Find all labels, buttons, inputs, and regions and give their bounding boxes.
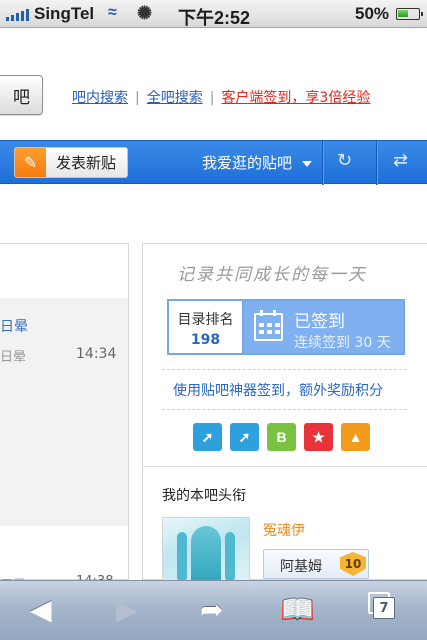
streak-text: 连续签到 30 天 xyxy=(294,335,391,351)
level-number-badge: 10 xyxy=(340,552,366,576)
search-row: 吧 吧内搜索 | 全吧搜索 | 客户端签到，享3倍经验 xyxy=(0,28,427,140)
refresh-icon[interactable]: ↻ xyxy=(337,150,352,171)
browser-toolbar: ◀ ▶ ➦ 📖 7 xyxy=(0,580,427,640)
carrier-name: SingTel xyxy=(34,4,95,23)
dashed-divider xyxy=(162,369,407,370)
signal-strength-icon xyxy=(6,9,29,21)
member-title-heading: 我的本吧头衔 xyxy=(162,488,246,504)
dashed-divider xyxy=(162,409,407,410)
panel-slogan: 记录共同成长的每一天 xyxy=(177,265,367,285)
share-icon[interactable]: ➦ xyxy=(200,593,223,626)
avatar-art xyxy=(177,532,187,580)
share-arrow-icon-2[interactable]: ➚ xyxy=(230,423,259,451)
status-bar: SingTel ≈ ✺ 下午2:52 50% xyxy=(0,0,427,28)
battery-percent: 50% xyxy=(355,4,390,23)
rank-box[interactable]: 目录排名 198 xyxy=(167,299,244,355)
signed-in-status[interactable]: 已签到 连续签到 30 天 xyxy=(244,299,405,355)
search-in-bar-button[interactable]: 吧 xyxy=(0,75,43,115)
favorite-bars-dropdown[interactable]: 我爱逛的贴吧 xyxy=(202,152,313,173)
sign-in-panel: 记录共同成长的每一天 目录排名 198 已签到 连续签到 30 天 使用贴吧神器… xyxy=(142,243,427,581)
thread-time: 14:34 xyxy=(76,346,117,362)
pencil-icon: ✎ xyxy=(15,148,46,177)
swap-arrows-icon[interactable]: ⇄ xyxy=(393,150,408,171)
wifi-icon: ≈ xyxy=(108,4,117,21)
favorite-bars-label: 我爱逛的贴吧 xyxy=(202,154,293,172)
search-this-bar-link[interactable]: 吧内搜索 xyxy=(72,90,128,106)
forward-arrow-icon[interactable]: ▶ xyxy=(116,593,138,626)
tool-signin-link[interactable]: 使用贴吧神器签到，额外奖励积分 xyxy=(173,380,383,400)
avatar-art xyxy=(225,532,235,580)
thread-author: 日晕 xyxy=(0,350,27,365)
thread-title-link[interactable]: 日晕 xyxy=(0,316,28,336)
back-arrow-icon[interactable]: ◀ xyxy=(30,593,52,626)
new-post-button[interactable]: ✎ 发表新贴 xyxy=(14,147,128,178)
link-separator: | xyxy=(209,90,215,106)
calendar-icon xyxy=(254,310,283,341)
level-badge[interactable]: 阿基姆 10 xyxy=(263,549,369,579)
rank-value: 198 xyxy=(190,332,221,348)
search-all-bars-link[interactable]: 全吧搜索 xyxy=(147,90,203,106)
panel-divider xyxy=(143,466,427,467)
thread-list: 日晕 日晕 14:34 云录 14:38 xyxy=(0,243,129,593)
bb-icon[interactable]: B xyxy=(267,423,296,451)
nav-divider xyxy=(322,141,323,185)
nav-divider xyxy=(376,141,377,185)
clock: 下午2:52 xyxy=(178,8,251,28)
rocket-icon[interactable]: ▲ xyxy=(341,423,370,451)
search-links: 吧内搜索 | 全吧搜索 | 客户端签到，享3倍经验 xyxy=(72,87,370,107)
avatar-art xyxy=(191,526,221,580)
battery-level-fill xyxy=(398,10,408,17)
avatar[interactable] xyxy=(162,517,250,581)
client-checkin-promo-link[interactable]: 客户端签到，享3倍经验 xyxy=(221,90,370,106)
share-arrow-icon[interactable]: ➚ xyxy=(193,423,222,451)
user-name-link[interactable]: 冤魂伊 xyxy=(263,520,305,540)
tool-icons-row: ➚ ➚ B ★ ▲ xyxy=(193,423,370,451)
battery-icon xyxy=(396,8,423,20)
rank-label: 目录排名 xyxy=(177,312,234,328)
forum-navbar: ✎ 发表新贴 我爱逛的贴吧 ↻ ⇄ xyxy=(0,140,427,185)
tabs-button[interactable]: 7 xyxy=(373,597,395,619)
caret-down-icon xyxy=(302,160,313,167)
link-separator: | xyxy=(135,90,140,106)
star-badge-icon[interactable]: ★ xyxy=(304,423,333,451)
level-name: 阿基姆 xyxy=(280,559,322,575)
new-post-label: 发表新贴 xyxy=(56,154,117,172)
bookmarks-icon[interactable]: 📖 xyxy=(280,593,315,626)
activity-spinner-icon: ✺ xyxy=(137,3,153,23)
signed-in-label: 已签到 xyxy=(294,312,345,332)
